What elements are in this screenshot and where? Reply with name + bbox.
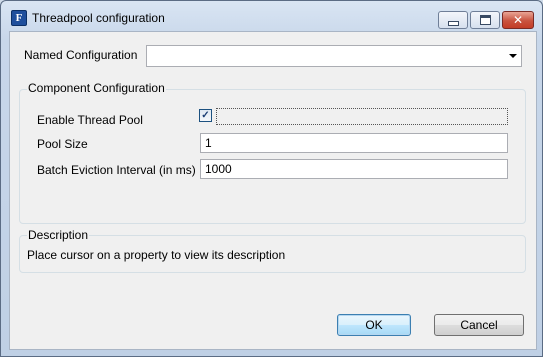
maximize-icon	[479, 15, 491, 25]
minimize-icon	[447, 20, 459, 26]
enable-thread-pool-checkbox[interactable]: ✓	[199, 109, 212, 122]
named-configuration-dropdown[interactable]	[146, 45, 522, 67]
pool-size-input[interactable]: 1	[200, 133, 508, 153]
minimize-button[interactable]	[438, 11, 468, 29]
close-button[interactable]: ✕	[502, 11, 534, 29]
batch-eviction-interval-input[interactable]: 1000	[200, 159, 508, 179]
app-logo-icon: F	[11, 10, 27, 26]
maximize-button[interactable]	[470, 11, 500, 29]
ok-button[interactable]: OK	[337, 314, 411, 336]
close-icon: ✕	[512, 13, 524, 27]
dialog-content: Named Configuration Component Configurat…	[9, 31, 537, 350]
batch-eviction-interval-label: Batch Eviction Interval (in ms)	[37, 163, 196, 177]
title-bar[interactable]: F Threadpool configuration ✕	[1, 1, 542, 29]
chevron-down-icon	[509, 54, 517, 58]
dialog-window: F Threadpool configuration ✕ Named Confi…	[0, 0, 543, 357]
window-title: Threadpool configuration	[32, 11, 165, 25]
component-configuration-title: Component Configuration	[27, 81, 166, 95]
focus-rectangle	[216, 108, 508, 125]
cancel-button[interactable]: Cancel	[434, 314, 524, 336]
pool-size-label: Pool Size	[37, 137, 88, 151]
named-configuration-label: Named Configuration	[24, 48, 138, 62]
enable-thread-pool-label: Enable Thread Pool	[37, 113, 143, 127]
description-title: Description	[27, 228, 90, 242]
description-text: Place cursor on a property to view its d…	[27, 248, 286, 262]
